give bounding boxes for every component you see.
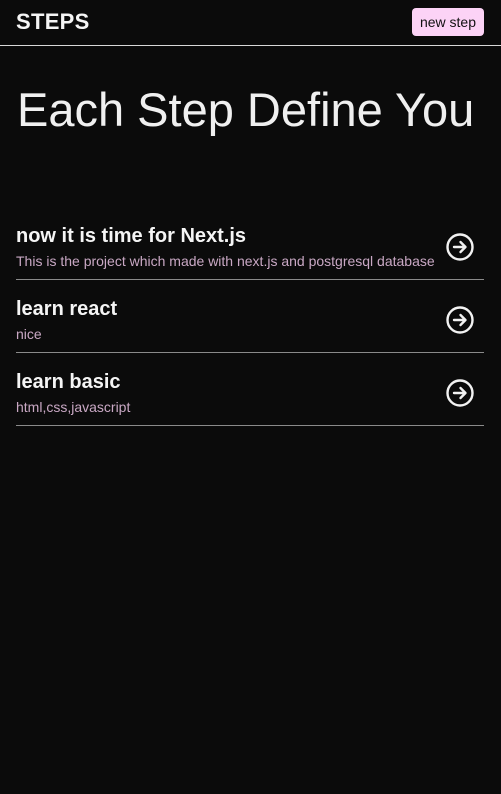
step-description: nice [16,326,42,342]
step-title: now it is time for Next.js [16,225,247,247]
top-nav-bar: STEPS new step [0,0,501,46]
step-title: learn basic [16,371,121,393]
brand-logo-text[interactable]: STEPS [16,9,90,35]
arrow-right-circle-icon[interactable] [445,305,475,335]
new-step-button[interactable]: new step [411,8,484,36]
steps-list: now it is time for Next.js This is the p… [16,207,484,426]
step-item[interactable]: now it is time for Next.js This is the p… [16,207,484,280]
hero-title: Each Step Define You [17,83,475,136]
step-description: This is the project which made with next… [16,253,435,269]
step-item[interactable]: learn basic html,css,javascript [16,353,484,426]
arrow-right-circle-icon[interactable] [445,378,475,408]
arrow-right-circle-icon[interactable] [445,232,475,262]
step-item[interactable]: learn react nice [16,280,484,353]
step-description: html,css,javascript [16,399,131,415]
step-title: learn react [16,298,118,320]
